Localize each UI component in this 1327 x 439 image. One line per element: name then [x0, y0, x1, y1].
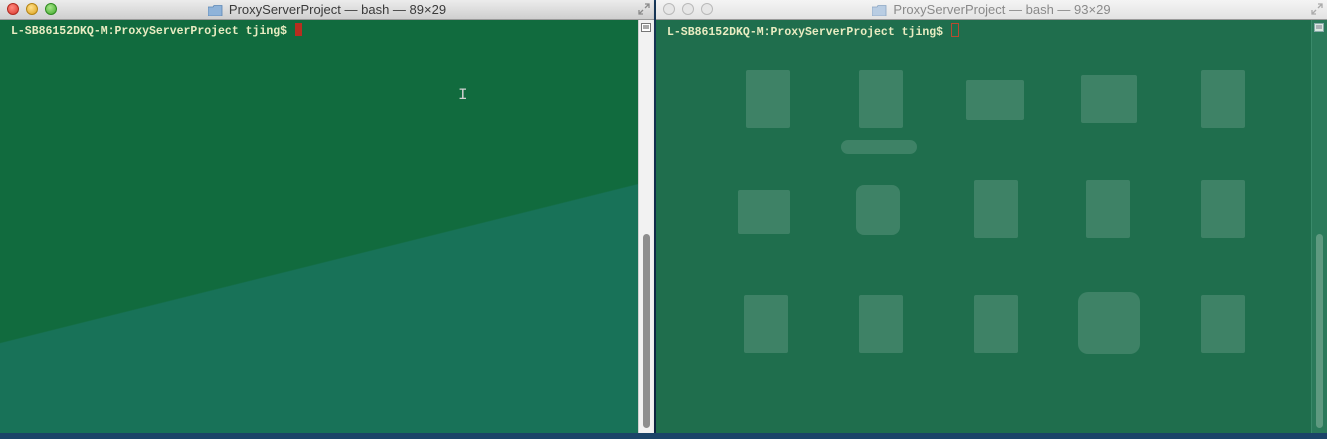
fullscreen-icon[interactable] [1311, 3, 1323, 15]
ghost-file-icon [1201, 70, 1245, 128]
window-title-text: ProxyServerProject — bash — 89×29 [228, 2, 447, 17]
desktop-bottom-strip [0, 433, 1327, 439]
scroll-up-icon[interactable] [641, 23, 651, 32]
shell-prompt: L-SB86152DKQ-M:ProxyServerProject tjing$ [667, 26, 950, 39]
scroll-thumb[interactable] [643, 234, 650, 428]
window-title-text: ProxyServerProject — bash — 93×29 [893, 2, 1111, 17]
terminal-window-left[interactable]: ProxyServerProject — bash — 89×29 L-SB86… [0, 0, 654, 433]
ghost-file-icon [974, 295, 1018, 353]
window-title: ProxyServerProject — bash — 89×29 [0, 2, 654, 17]
ghost-file-icon [1086, 180, 1130, 238]
folder-icon [872, 4, 887, 17]
shell-prompt-line: L-SB86152DKQ-M:ProxyServerProject tjing$ [11, 23, 302, 38]
ghost-file-icon [859, 70, 903, 128]
ghost-file-icon [744, 295, 788, 353]
window-titlebar[interactable]: ProxyServerProject — bash — 89×29 [0, 0, 654, 20]
ghost-label-pill [841, 140, 917, 154]
terminal-content[interactable]: L-SB86152DKQ-M:ProxyServerProject tjing$ [656, 20, 1327, 433]
ghost-file-icon [974, 180, 1018, 238]
terminal-content[interactable]: L-SB86152DKQ-M:ProxyServerProject tjing$… [0, 20, 654, 433]
ghost-file-icon [746, 70, 790, 128]
ghost-file-icon [1201, 295, 1245, 353]
ghost-app-icon [856, 185, 900, 235]
window-title: ProxyServerProject — bash — 93×29 [656, 2, 1327, 17]
ghost-file-icon [966, 80, 1024, 120]
folder-icon [207, 4, 223, 17]
shell-prompt: L-SB86152DKQ-M:ProxyServerProject tjing$ [11, 25, 294, 38]
text-cursor [294, 23, 302, 36]
scroll-thumb[interactable] [1316, 234, 1323, 428]
ghost-file-icon [1081, 75, 1137, 123]
terminal-window-right[interactable]: ProxyServerProject — bash — 93×29 L-SB86… [656, 0, 1327, 433]
fullscreen-icon[interactable] [638, 3, 650, 15]
scroll-up-icon[interactable] [1314, 23, 1324, 32]
vertical-scrollbar[interactable] [638, 20, 654, 433]
ghost-file-icon [1201, 180, 1245, 238]
ibeam-cursor-icon: I [458, 86, 468, 104]
vertical-scrollbar[interactable] [1311, 20, 1327, 433]
shell-prompt-line: L-SB86152DKQ-M:ProxyServerProject tjing$ [667, 23, 959, 39]
ghost-file-icon [859, 295, 903, 353]
text-cursor [950, 23, 959, 37]
window-titlebar[interactable]: ProxyServerProject — bash — 93×29 [656, 0, 1327, 20]
ghost-folder-icon [738, 190, 790, 234]
ghost-app-icon [1078, 292, 1140, 354]
